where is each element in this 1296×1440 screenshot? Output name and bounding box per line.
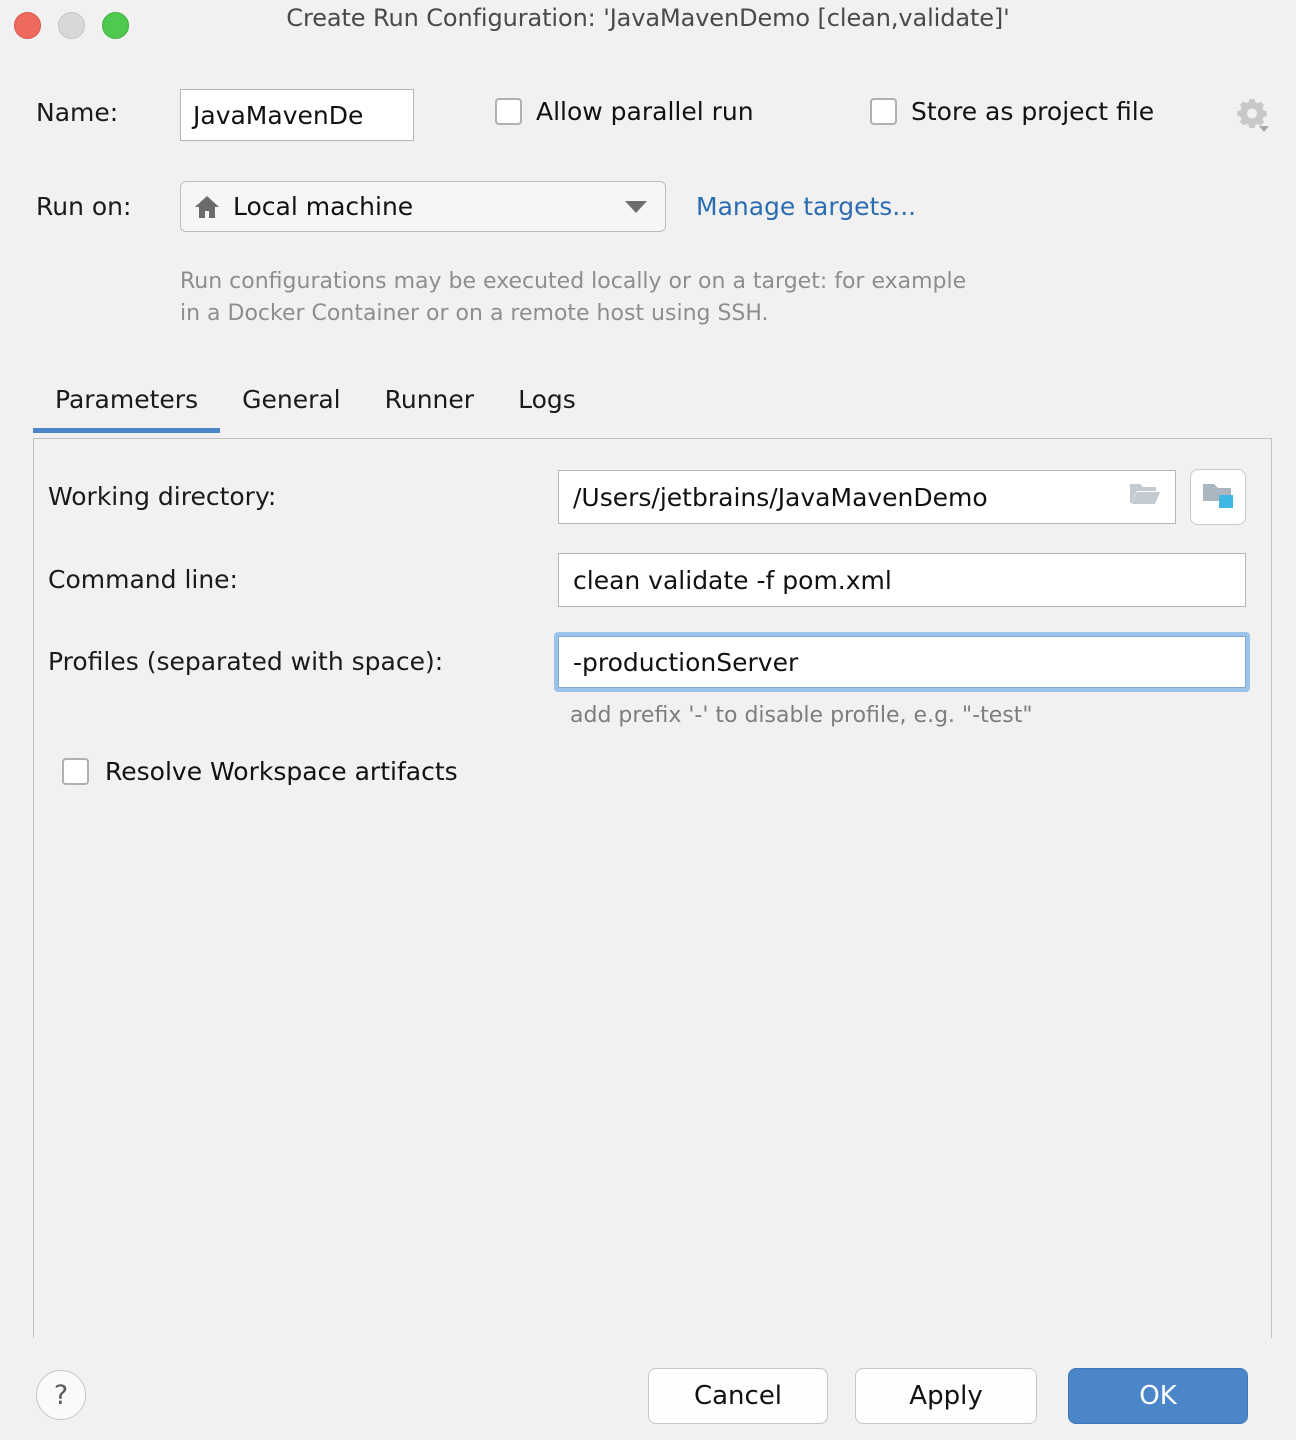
gear-icon[interactable] (1232, 95, 1272, 135)
tab-runner[interactable]: Runner (363, 385, 496, 433)
tab-parameters[interactable]: Parameters (33, 385, 221, 433)
command-line-value: clean validate -f pom.xml (573, 565, 892, 595)
create-run-configuration-dialog: Create Run Configuration: 'JavaMavenDemo… (0, 0, 1296, 1440)
folder-open-icon[interactable] (1129, 481, 1161, 513)
folder-module-icon (1201, 480, 1235, 514)
command-line-label: Command line: (48, 565, 238, 594)
profiles-input[interactable]: -productionServer (558, 636, 1246, 688)
store-as-project-file-checkbox[interactable]: Store as project file (870, 97, 1154, 126)
profiles-label: Profiles (separated with space): (48, 647, 444, 676)
resolve-workspace-artifacts-checkbox[interactable]: Resolve Workspace artifacts (62, 757, 458, 786)
tab-general[interactable]: General (220, 385, 363, 433)
cancel-button[interactable]: Cancel (648, 1368, 828, 1424)
run-on-hint: Run configurations may be executed local… (180, 266, 966, 330)
working-directory-label: Working directory: (48, 482, 277, 511)
run-on-hint-line2: in a Docker Container or on a remote hos… (180, 301, 769, 326)
name-input[interactable]: JavaMavenDe (180, 89, 414, 141)
run-on-value: Local machine (233, 192, 414, 221)
ok-button[interactable]: OK (1068, 1368, 1248, 1424)
tab-bar: Parameters General Runner Logs (33, 385, 598, 433)
working-directory-input[interactable]: /Users/jetbrains/JavaMavenDemo (558, 470, 1176, 524)
title-bar: Create Run Configuration: 'JavaMavenDemo… (0, 0, 1296, 58)
home-icon (193, 193, 221, 221)
profiles-hint: add prefix '-' to disable profile, e.g. … (570, 703, 1033, 728)
manage-targets-link[interactable]: Manage targets... (696, 192, 916, 221)
allow-parallel-run-checkbox[interactable]: Allow parallel run (495, 97, 754, 126)
allow-parallel-run-label: Allow parallel run (536, 97, 754, 126)
store-as-project-file-label: Store as project file (911, 97, 1155, 126)
apply-button[interactable]: Apply (855, 1368, 1037, 1424)
tab-logs[interactable]: Logs (496, 385, 598, 433)
checkbox-box[interactable] (62, 758, 89, 785)
working-directory-value: /Users/jetbrains/JavaMavenDemo (573, 482, 988, 512)
window-title: Create Run Configuration: 'JavaMavenDemo… (286, 4, 1010, 32)
profiles-value: -productionServer (573, 647, 799, 677)
chevron-down-icon[interactable] (625, 200, 647, 213)
help-button[interactable]: ? (36, 1370, 86, 1420)
resolve-workspace-artifacts-label: Resolve Workspace artifacts (105, 757, 458, 786)
run-on-label: Run on: (36, 192, 132, 221)
run-on-dropdown[interactable]: Local machine (180, 181, 666, 232)
checkbox-box[interactable] (495, 98, 522, 125)
name-label: Name: (36, 98, 119, 127)
command-line-input[interactable]: clean validate -f pom.xml (558, 553, 1246, 607)
working-directory-macro-button[interactable] (1190, 469, 1246, 525)
checkbox-box[interactable] (870, 98, 897, 125)
run-on-hint-line1: Run configurations may be executed local… (180, 269, 967, 294)
